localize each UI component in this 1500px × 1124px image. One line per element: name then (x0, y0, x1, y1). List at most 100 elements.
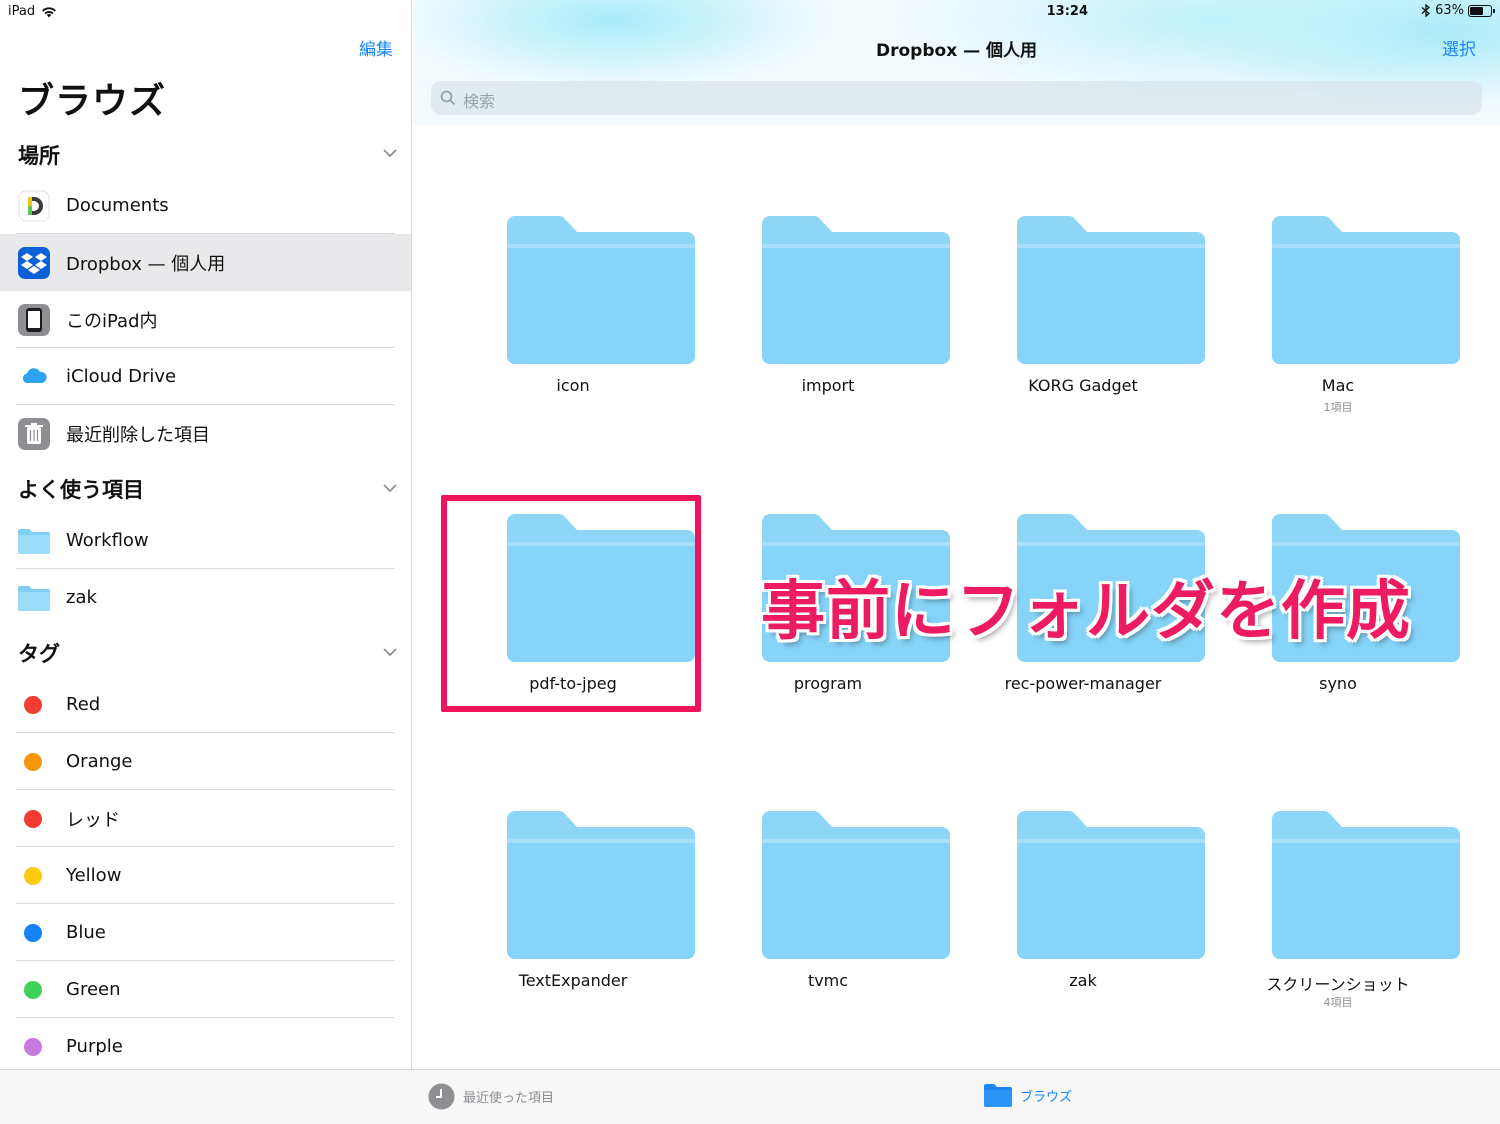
icloud-icon (18, 360, 50, 393)
main-content: 13:24 63% Dropbox — 個人用 選択 検索 icon impor… (413, 0, 1500, 1069)
folder-icon (1272, 216, 1460, 364)
chevron-down-icon[interactable] (383, 645, 397, 659)
section-header-favorites: よく使う項目 (18, 478, 144, 502)
sidebar-item-tag-red[interactable]: Red (0, 676, 411, 733)
sidebar-item-tag-yellow[interactable]: Yellow (0, 847, 411, 904)
bluetooth-icon (1421, 4, 1431, 17)
folder-item[interactable]: スクリーンショット 4項目 (1218, 811, 1460, 1021)
sidebar-item-tag-green[interactable]: Green (0, 961, 411, 1018)
sidebar-item-workflow[interactable]: Workflow (0, 512, 411, 569)
folder-icon (1272, 811, 1460, 959)
dropbox-icon (18, 246, 50, 279)
navigation-bar: 13:24 63% Dropbox — 個人用 選択 検索 (413, 0, 1500, 125)
sidebar-item-zak[interactable]: zak (0, 569, 411, 626)
ipad-icon (18, 303, 50, 336)
sidebar-item-label: Workflow (66, 530, 149, 551)
sidebar-item-documents[interactable]: Documents (0, 177, 411, 234)
folder-item[interactable]: zak (963, 811, 1205, 1021)
sidebar-item-label: iCloud Drive (66, 366, 177, 387)
folder-icon (18, 585, 50, 611)
status-left: iPad (8, 4, 57, 19)
sidebar-item-label: zak (66, 587, 97, 608)
sidebar-item-label: Orange (66, 751, 133, 772)
sidebar-item-label: レッド (66, 809, 120, 831)
search-input[interactable]: 検索 (431, 81, 1482, 115)
sidebar-item-label: Purple (66, 1036, 123, 1057)
chevron-down-icon[interactable] (383, 146, 397, 160)
folder-name: tvmc (807, 971, 849, 990)
folder-item[interactable]: TextExpander (453, 811, 695, 1021)
sidebar-item-label: Yellow (66, 865, 122, 886)
clock-icon (428, 1083, 455, 1110)
sidebar-item-icloud[interactable]: iCloud Drive (0, 348, 411, 405)
sidebar-item-dropbox[interactable]: Dropbox — 個人用 (0, 234, 411, 291)
search-placeholder: 検索 (463, 92, 496, 111)
select-button[interactable]: 選択 (1442, 35, 1476, 60)
status-time: 13:24 (1046, 4, 1088, 19)
folder-name: rec-power-manager (1004, 674, 1162, 693)
chevron-down-icon[interactable] (383, 481, 397, 495)
folder-item-count: 4項目 (1323, 996, 1353, 1009)
tab-bar: 最近使った項目 ブラウズ (0, 1069, 1500, 1124)
sidebar-item-label: Blue (66, 922, 106, 943)
section-header-tags: タグ (18, 642, 60, 666)
tag-color-dot (24, 695, 42, 714)
folder-name: スクリーンショット (1266, 975, 1410, 994)
folder-item[interactable]: tvmc (708, 811, 950, 1021)
folder-name: import (801, 376, 855, 395)
nav-title: Dropbox — 個人用 (876, 41, 1037, 61)
tab-browse[interactable]: ブラウズ (984, 1083, 1072, 1107)
folder-icon (1017, 811, 1205, 959)
status-right: 63% (1421, 3, 1495, 18)
documents-app-icon (18, 190, 50, 221)
edit-button[interactable]: 編集 (359, 35, 393, 60)
folder-icon (18, 528, 50, 554)
folder-icon (762, 811, 950, 959)
highlight-box (441, 495, 701, 712)
sidebar-item-recently-deleted[interactable]: 最近削除した項目 (0, 405, 411, 462)
folder-icon (507, 811, 695, 959)
folder-name: TextExpander (518, 971, 628, 990)
folder-name: KORG Gadget (1028, 376, 1138, 395)
sidebar-item-label: Green (66, 979, 121, 1000)
sidebar-item-label: Documents (66, 195, 169, 216)
tab-label: 最近使った項目 (463, 1091, 555, 1106)
folder-name: icon (556, 376, 590, 395)
sidebar-item-label: Dropbox — 個人用 (66, 253, 226, 275)
tag-color-dot (24, 1037, 42, 1056)
battery-percent: 63% (1435, 3, 1464, 18)
folder-item-count: 1項目 (1323, 401, 1353, 414)
battery-icon (1468, 4, 1495, 17)
wifi-icon (42, 6, 57, 17)
folder-icon (762, 216, 950, 364)
tag-color-dot (24, 866, 42, 885)
tab-recent[interactable]: 最近使った項目 (428, 1083, 554, 1110)
sidebar-item-label: 最近削除した項目 (66, 424, 210, 446)
tag-color-dot (24, 923, 42, 942)
sidebar-item-tag-purple[interactable]: Purple (0, 1018, 411, 1075)
sidebar-item-tag-orange[interactable]: Orange (0, 733, 411, 790)
sidebar: iPad 編集 ブラウズ 場所 Documents Dropbox — 個人用 (0, 0, 412, 1069)
folder-item[interactable]: import (708, 216, 950, 426)
folder-item[interactable]: Mac 1項目 (1218, 216, 1460, 426)
search-icon (440, 90, 456, 106)
device-label: iPad (8, 4, 36, 19)
sidebar-item-label: このiPad内 (66, 310, 158, 332)
folder-item[interactable]: KORG Gadget (963, 216, 1205, 426)
folder-icon (1017, 216, 1205, 364)
section-header-locations: 場所 (18, 144, 60, 168)
folder-icon (507, 216, 695, 364)
sidebar-item-tag-blue[interactable]: Blue (0, 904, 411, 961)
folder-item[interactable]: icon (453, 216, 695, 426)
sidebar-item-label: Red (66, 694, 101, 715)
folder-name: Mac (1321, 376, 1355, 395)
annotation-text: 事前にフォルダを作成 (761, 575, 1411, 649)
sidebar-item-ipad[interactable]: このiPad内 (0, 291, 411, 348)
folder-name: zak (1069, 971, 1097, 990)
folder-icon (984, 1084, 1012, 1107)
folder-name: program (793, 674, 863, 693)
page-title: ブラウズ (18, 81, 167, 122)
tab-label: ブラウズ (1020, 1089, 1073, 1105)
sidebar-item-tag-red-jp[interactable]: レッド (0, 790, 411, 847)
tag-color-dot (24, 752, 42, 771)
